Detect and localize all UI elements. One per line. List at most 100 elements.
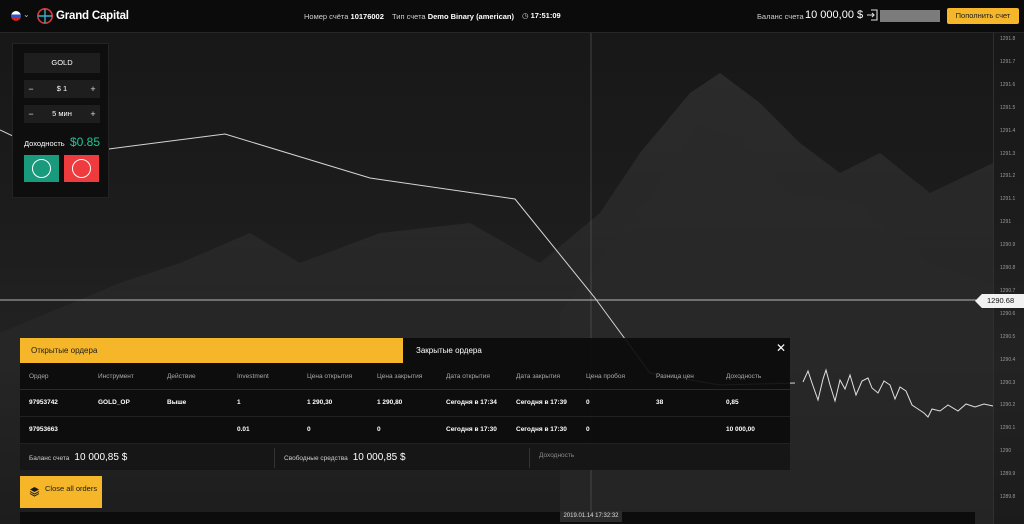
summary-free-value: 10 000,85 $ (352, 452, 406, 463)
price-tick-label: 1290.8 (1000, 265, 1016, 271)
duration-value[interactable]: 5 мин (38, 105, 86, 123)
logo-icon (37, 8, 53, 24)
account-number: Номер счёта 10176002 (304, 12, 384, 21)
clock-icon: ◷ (522, 11, 529, 20)
current-price-tag: 1290.68 (975, 294, 1024, 308)
cell-action: Выше (167, 399, 187, 406)
table-row[interactable]: 97953663 0.01 0 0 Сегодня в 17:30 Сегодн… (20, 417, 790, 444)
column-header: Ордер (29, 372, 49, 380)
table-row[interactable]: 97953742 GOLD_OP Выше 1 1 290,30 1 290,8… (20, 390, 790, 417)
cell-instrument: GOLD_OP (98, 399, 130, 406)
column-header: Цена открытия (307, 372, 353, 380)
divider (274, 448, 275, 468)
cell-close-date: Сегодня в 17:30 (516, 426, 567, 433)
summary-yield-label: Доходность (539, 452, 575, 459)
close-icon[interactable]: ✕ (776, 341, 786, 355)
cell-price-diff: 38 (656, 399, 664, 406)
circle-icon (32, 159, 51, 178)
price-tick-label: 1289.8 (1000, 494, 1016, 500)
user-name-placeholder[interactable] (880, 10, 940, 22)
duration-minus-button[interactable]: − (24, 105, 38, 123)
cell-open-date: Сегодня в 17:34 (446, 399, 497, 406)
account-type-value: Demo Binary (427, 12, 474, 21)
cell-open-price: 1 290,30 (307, 399, 333, 406)
summary-balance-label: Баланс счета (29, 455, 70, 462)
column-header: Инструмент (98, 372, 134, 380)
server-clock: ◷ 17:51:09 (522, 11, 561, 20)
cursor-time-tag: 2019.01.14 17:32:32 (560, 511, 622, 522)
balance-value: 10 000,00 $ (805, 9, 864, 21)
put-down-button[interactable] (64, 155, 99, 182)
orders-panel: Открытые ордера Закрытые ордера ✕ Ордер … (20, 338, 790, 470)
tab-open-orders[interactable]: Открытые ордера (20, 338, 403, 363)
cell-order: 97953663 (29, 426, 58, 433)
account-number-label: Номер счёта (304, 12, 349, 21)
price-axis: 1291.8 1291.7 1291.6 1291.5 1291.4 1291.3 1291… (993, 33, 1024, 524)
price-tick-label: 1290.6 (1000, 310, 1016, 317)
price-tick-label: 1290.5 (1000, 333, 1016, 340)
price-tick-label: 1291.3 (1000, 150, 1016, 157)
price-tick-label: 1291.7 (1000, 58, 1016, 65)
price-tick-label: 1291.4 (1000, 127, 1016, 134)
cell-order: 97953742 (29, 399, 58, 406)
call-up-button[interactable] (24, 155, 59, 182)
layers-icon (29, 487, 40, 497)
column-header: Цена пробоя (586, 372, 626, 380)
amount-value[interactable]: $ 1 (38, 80, 86, 98)
price-tick-label: 1290.9 (1000, 242, 1016, 249)
column-header: Действие (167, 372, 196, 380)
amount-minus-button[interactable]: − (24, 80, 38, 98)
cell-break-price: 0 (586, 399, 590, 406)
summary-balance: Баланс счета 10 000,85 $ (29, 452, 127, 463)
duration-stepper: − 5 мин + (24, 105, 100, 123)
circle-icon (72, 159, 91, 178)
price-tick-label: 1291.5 (1000, 104, 1016, 111)
summary-balance-value: 10 000,85 $ (74, 452, 128, 463)
language-flag-icon[interactable] (11, 11, 21, 21)
amount-plus-button[interactable]: + (86, 80, 100, 98)
close-all-label: Close all orders (45, 484, 98, 493)
account-type-label: Тип счета (392, 12, 426, 21)
cell-investment: 0.01 (237, 426, 250, 433)
account-type-suffix: (american) (476, 12, 514, 21)
deposit-button[interactable]: Пополнить счет (947, 8, 1019, 24)
price-tick-label: 1290.1 (1000, 425, 1016, 432)
top-bar: ⌄ Grand Capital Номер счёта 10176002 Тип… (0, 0, 1024, 33)
cell-open-date: Сегодня в 17:30 (446, 426, 497, 433)
cell-investment: 1 (237, 399, 241, 406)
price-tick-label: 1291.8 (1000, 36, 1016, 42)
account-type: Тип счета Demo Binary (american) (392, 12, 514, 21)
time-axis (20, 512, 975, 524)
orders-summary: Баланс счета 10 000,85 $ Свободные средст… (20, 444, 790, 470)
price-tick-label: 1291.6 (1000, 81, 1016, 88)
balance-label: Баланс счета (757, 12, 804, 21)
cell-close-date: Сегодня в 17:39 (516, 399, 567, 406)
column-header: Разница цен (656, 372, 694, 380)
logo-text: Grand Capital (56, 10, 129, 22)
column-header: Дата закрытия (516, 372, 561, 380)
divider (529, 448, 530, 468)
chevron-down-icon[interactable]: ⌄ (23, 10, 30, 19)
account-number-value: 10176002 (350, 12, 384, 21)
column-header: Цена закрытия (377, 372, 423, 380)
price-tick-label: 1290.7 (1000, 287, 1016, 294)
asset-selector[interactable]: GOLD (24, 53, 100, 73)
price-tick-label: 1290.2 (1000, 402, 1016, 409)
amount-stepper: − $ 1 + (24, 80, 100, 98)
logout-icon[interactable] (866, 9, 878, 21)
price-tick-label: 1290.4 (1000, 356, 1016, 363)
duration-plus-button[interactable]: + (86, 105, 100, 123)
price-tick-label: 1291.1 (1000, 196, 1016, 203)
column-header: Дата открытия (446, 372, 490, 380)
yield-label: Доходность (24, 139, 65, 148)
cell-yield: 10 000,00 (726, 426, 755, 433)
price-tick-label: 1291 (1000, 219, 1012, 226)
cell-close-price: 0 (377, 426, 381, 433)
orders-table-header: Ордер Инструмент Действие Investment Цен… (20, 364, 790, 390)
yield-value: $0.85 (70, 135, 101, 149)
summary-free-label: Свободные средства (284, 455, 348, 462)
trade-panel: GOLD − $ 1 + − 5 мин + Доходность $0.85 (12, 43, 109, 198)
tab-closed-orders[interactable]: Закрытые ордера (416, 338, 482, 363)
close-all-orders-button[interactable]: Close all orders (20, 476, 102, 508)
price-tick-label: 1290 (1000, 448, 1012, 455)
